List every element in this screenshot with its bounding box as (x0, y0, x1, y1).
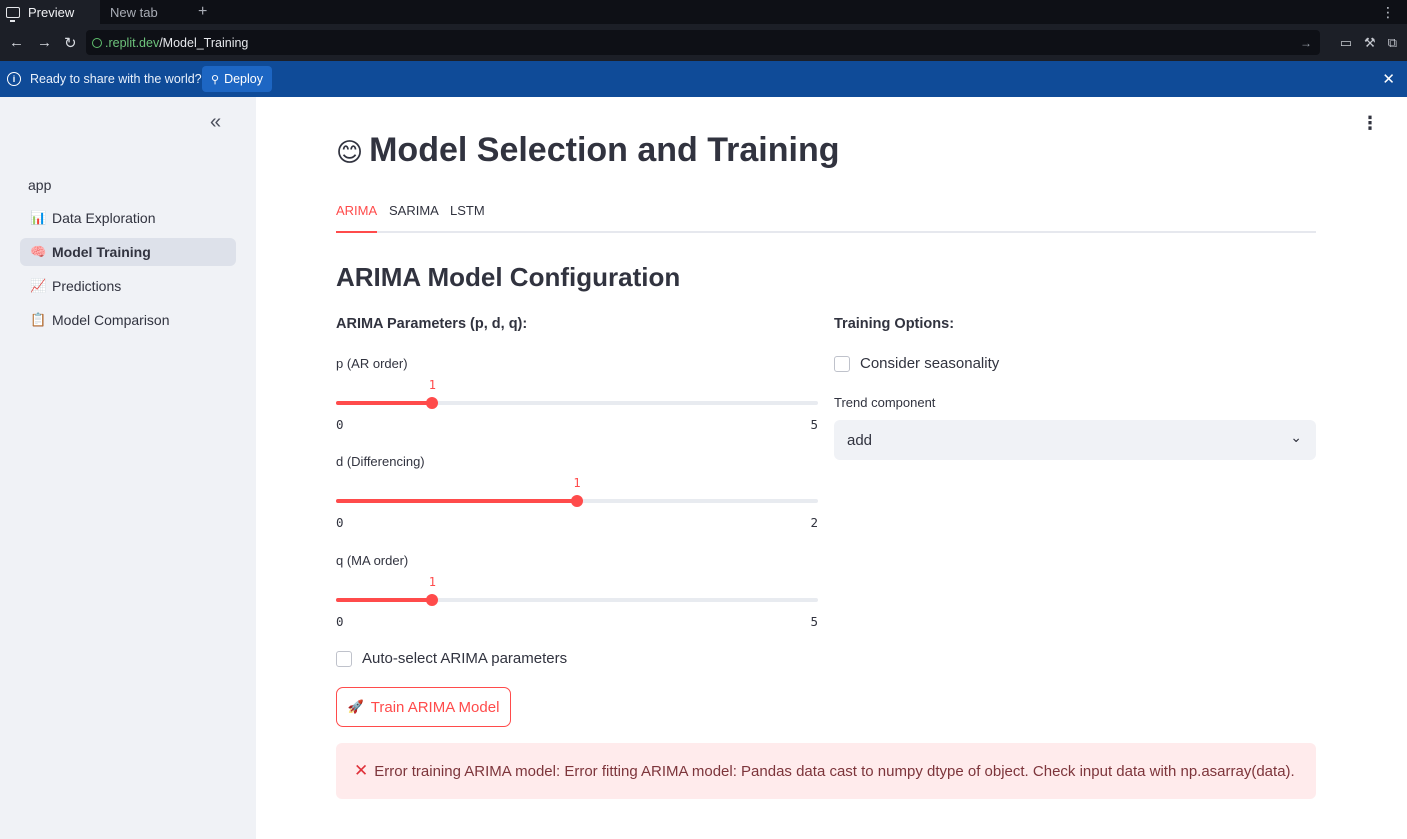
deploy-banner-text: Ready to share with the world? (30, 72, 202, 86)
slider-d[interactable]: 1 0 2 (336, 473, 818, 530)
browser-menu-icon[interactable]: ⋮ (1381, 0, 1395, 24)
sidebar-item-model-training[interactable]: 🧠 Model Training (20, 238, 236, 266)
slider-max: 2 (810, 515, 818, 530)
tab-preview[interactable]: Preview (0, 0, 100, 24)
slider-fill (336, 598, 433, 602)
slider-d-label: d (Differencing) (336, 454, 425, 469)
forward-arrow-icon[interactable]: → (37, 24, 52, 61)
wrench-icon[interactable]: ⚒ (1364, 35, 1376, 51)
collapse-sidebar-icon[interactable]: « (210, 111, 221, 134)
brain-icon: 🧠 (30, 244, 47, 259)
slider-q-label: q (MA order) (336, 553, 409, 568)
slider-value: 1 (573, 476, 581, 490)
browser-tab-bar: Preview New tab + ⋮ (0, 0, 1407, 24)
error-message: Error training ARIMA model: Error fittin… (374, 762, 1295, 780)
new-tab-button[interactable]: + (198, 0, 207, 24)
open-external-icon[interactable]: ⧉ (1388, 35, 1397, 51)
training-options-header: Training Options: (834, 316, 955, 332)
slider-p[interactable]: 1 0 5 (336, 375, 818, 432)
bar-chart-icon: 📊 (30, 210, 47, 225)
page-title-text: Model Selection and Training (369, 131, 840, 169)
sidebar-item-label: Predictions (52, 278, 122, 294)
section-title: ARIMA Model Configuration (336, 262, 681, 292)
slider-max: 5 (810, 614, 818, 629)
slider-thumb[interactable] (571, 495, 583, 507)
slider-thumb[interactable] (426, 397, 439, 409)
url-toolbar: ▭ ⚒ ⧉ (1340, 24, 1397, 61)
sidebar-app-label: app (28, 177, 52, 193)
go-arrow-icon[interactable]: → (1300, 30, 1312, 55)
seasonality-checkbox-row[interactable]: Consider seasonality (834, 355, 999, 372)
tab-sarima[interactable]: SARIMA (389, 203, 439, 233)
slider-fill (336, 499, 577, 503)
slider-value: 1 (428, 378, 437, 392)
auto-select-label: Auto-select ARIMA parameters (362, 650, 568, 667)
slider-q[interactable]: 1 0 5 (336, 572, 818, 629)
auto-select-checkbox-row[interactable]: Auto-select ARIMA parameters (336, 650, 567, 667)
auto-select-checkbox[interactable] (336, 650, 352, 667)
seasonality-label: Consider seasonality (860, 355, 1000, 372)
clipboard-icon: 📋 (30, 312, 47, 327)
slider-fill (336, 401, 433, 405)
reload-icon[interactable]: ↻ (64, 24, 77, 61)
info-icon: i (7, 72, 21, 86)
slider-p-label: p (AR order) (336, 356, 408, 371)
train-arima-button[interactable]: 🚀 Train ARIMA Model (336, 687, 511, 727)
monitor-icon (6, 6, 20, 22)
page-title: 😊 Model Selection and Training (336, 131, 840, 170)
trend-select-value: add (847, 431, 873, 449)
smiley-icon: 😊 (336, 137, 364, 167)
slider-value: 1 (428, 575, 437, 589)
slider-min: 0 (336, 614, 344, 629)
slider-thumb[interactable] (426, 594, 439, 606)
back-arrow-icon[interactable]: ← (9, 24, 24, 61)
url-host: .replit.dev (105, 35, 160, 50)
sidebar-item-label: Model Comparison (52, 312, 170, 328)
link-icon (92, 37, 102, 48)
line-chart-icon: 📈 (30, 278, 47, 293)
slider-max: 5 (810, 417, 818, 432)
train-button-label: Train ARIMA Model (370, 698, 500, 716)
seasonality-checkbox[interactable] (834, 355, 850, 372)
sidebar-item-data-exploration[interactable]: 📊 Data Exploration (20, 204, 236, 232)
rocket-icon: 🚀 (347, 699, 364, 714)
balloon-icon: ⚲ (211, 73, 220, 86)
close-icon[interactable]: ✕ (1382, 61, 1395, 97)
devices-icon[interactable]: ▭ (1340, 35, 1352, 51)
model-tabs: ARIMA SARIMA LSTM (336, 199, 1316, 233)
url-path: /Model_Training (159, 35, 249, 50)
trend-label: Trend component (834, 395, 936, 410)
slider-min: 0 (336, 417, 344, 432)
main-menu-icon[interactable]: ⋮ (1361, 113, 1379, 134)
deploy-button-label: Deploy (224, 72, 263, 86)
sidebar-item-label: Model Training (52, 244, 151, 260)
params-header: ARIMA Parameters (p, d, q): (336, 316, 528, 332)
tab-arima[interactable]: ARIMA (336, 203, 378, 233)
tab-new-tab[interactable]: New tab (110, 0, 158, 24)
deploy-banner: i Ready to share with the world? ⚲ Deplo… (0, 61, 1407, 97)
slider-min: 0 (336, 515, 344, 530)
browser-url-bar: ← → ↻ .replit.dev /Model_Training → ▭ ⚒ … (0, 24, 1407, 61)
error-x-icon: ✕ (354, 761, 369, 780)
error-alert: ✕ Error training ARIMA model: Error fitt… (336, 743, 1316, 799)
tab-preview-label: Preview (28, 4, 75, 20)
trend-select[interactable]: add ⌄ (834, 420, 1316, 460)
tab-lstm[interactable]: LSTM (450, 203, 485, 233)
deploy-button[interactable]: ⚲ Deploy (202, 66, 272, 92)
sidebar-item-model-comparison[interactable]: 📋 Model Comparison (20, 306, 236, 334)
main-content: ⋮ 😊 Model Selection and Training ARIMA SA… (256, 97, 1407, 839)
chevron-down-icon: ⌄ (1290, 429, 1302, 445)
address-field[interactable]: .replit.dev /Model_Training → (86, 30, 1320, 55)
sidebar-item-predictions[interactable]: 📈 Predictions (20, 272, 236, 300)
sidebar: « app 📊 Data Exploration 🧠 Model Trainin… (0, 97, 256, 839)
sidebar-item-label: Data Exploration (52, 210, 156, 226)
